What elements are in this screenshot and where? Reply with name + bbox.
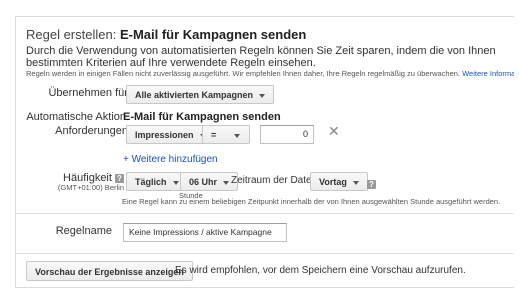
action-value: E-Mail für Kampagnen senden	[123, 111, 281, 123]
chevron-down-icon	[172, 180, 179, 185]
rule-name-input[interactable]: Keine Impressions / aktive Kampagne	[123, 223, 287, 242]
timezone-label: (GMT+01:00) Berlin	[57, 183, 124, 192]
data-range-label: Zeitraum der Daten:	[231, 175, 320, 186]
requirements-label: Anforderungen	[55, 125, 128, 137]
description: Durch die Verwendung von automatisierten…	[26, 45, 496, 69]
data-range-dropdown[interactable]: Vortag	[310, 172, 368, 191]
create-rule-panel: Regel erstellen: E-Mail für Kampagnen se…	[15, 16, 514, 288]
help-icon-wrapper: ?	[367, 176, 376, 194]
operator-dropdown[interactable]: =	[202, 125, 250, 144]
note-text: Regeln werden in einigen Fällen nicht zu…	[26, 69, 461, 78]
title-prefix: Regel erstellen:	[26, 27, 117, 42]
apply-to-label: Übernehmen für	[48, 87, 128, 99]
chevron-down-icon	[223, 180, 230, 185]
title-rule-type: E-Mail für Kampagnen senden	[119, 27, 307, 42]
requirement-value-input[interactable]: 0	[260, 125, 314, 144]
preview-hint: Es wird empfohlen, vor dem Speichern ein…	[175, 265, 466, 276]
divider	[16, 213, 514, 214]
close-icon[interactable]: ✕	[328, 123, 340, 140]
rule-name-label: Regelname	[55, 225, 112, 237]
metric-value: Impressionen	[135, 130, 194, 140]
operator-value: =	[211, 130, 217, 140]
action-label: Automatische Aktion	[26, 111, 126, 123]
frequency-value: Täglich	[135, 177, 167, 187]
apply-to-dropdown[interactable]: Alle aktivierten Kampagnen	[126, 85, 275, 104]
divider	[16, 253, 514, 254]
frequency-hint: Eine Regel kann zu einem beliebigen Zeit…	[122, 197, 501, 206]
page-title: Regel erstellen: E-Mail für Kampagnen se…	[26, 27, 306, 42]
apply-to-value: Alle aktivierten Kampagnen	[135, 90, 254, 100]
data-range-value: Vortag	[319, 177, 347, 187]
time-dropdown[interactable]: 06 Uhr	[180, 172, 239, 191]
frequency-dropdown[interactable]: Täglich	[126, 172, 188, 191]
help-icon[interactable]: ?	[367, 180, 376, 190]
more-info-link[interactable]: Weitere Informationen	[462, 69, 514, 78]
chevron-down-icon	[352, 180, 359, 185]
chevron-down-icon	[234, 133, 241, 138]
preview-results-button[interactable]: Vorschau der Ergebnisse anzeigen	[26, 261, 193, 281]
reliability-note: Regeln werden in einigen Fällen nicht zu…	[26, 69, 514, 78]
add-more-link[interactable]: + Weitere hinzufügen	[123, 154, 218, 165]
help-icon[interactable]: ?	[115, 173, 124, 183]
chevron-down-icon	[259, 93, 266, 98]
time-value: 06 Uhr	[189, 177, 218, 187]
